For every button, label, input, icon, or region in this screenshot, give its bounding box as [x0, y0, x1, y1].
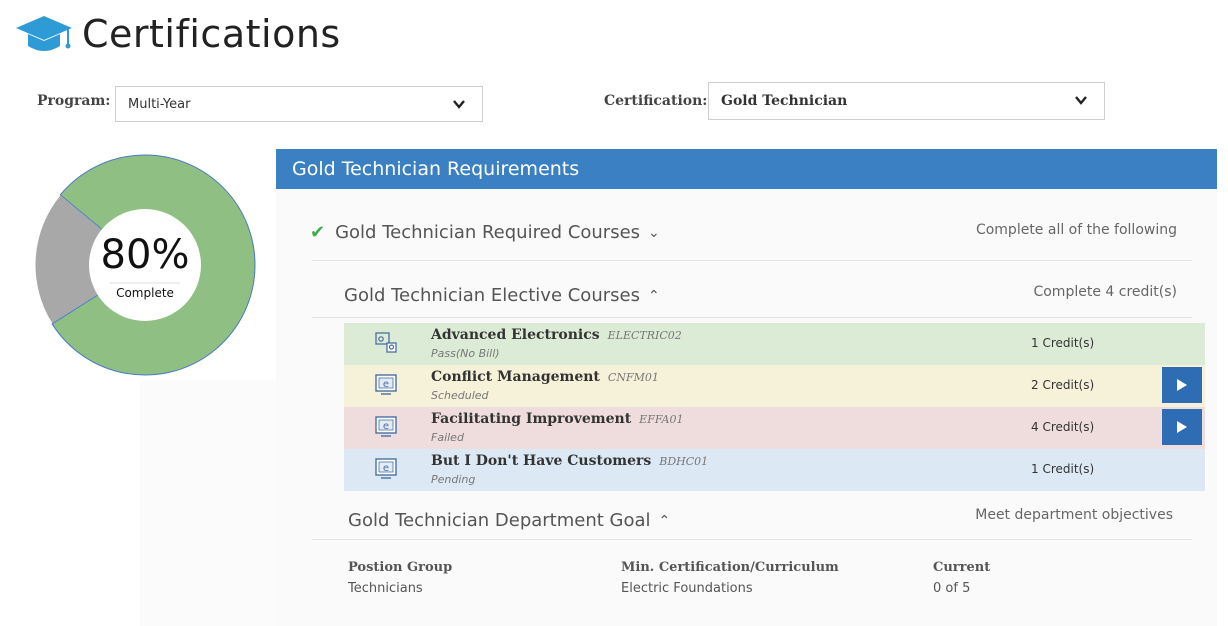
section-note: Complete 4 credit(s)	[1033, 284, 1177, 300]
course-status: Scheduled	[431, 389, 489, 402]
graduation-cap-icon	[16, 16, 72, 51]
divider	[312, 539, 1192, 540]
progress-label: Complete	[116, 286, 174, 300]
launch-course-button[interactable]	[1162, 409, 1202, 445]
left-column-background	[140, 380, 280, 626]
section-elective-courses[interactable]: Gold Technician Elective Courses ⌃	[344, 285, 660, 306]
elearning-icon: e	[375, 458, 397, 479]
checkmark-icon: ✔	[310, 222, 326, 243]
certification-label: Certification:	[604, 93, 708, 109]
course-credits: 2 Credit(s)	[1031, 378, 1095, 392]
divider	[312, 260, 1192, 261]
course-status: Pass(No Bill)	[431, 347, 500, 360]
goal-header: Current	[933, 560, 991, 575]
course-name[interactable]: Facilitating Improvement EFFA01	[431, 411, 683, 427]
classroom-icon	[375, 332, 397, 353]
course-row[interactable]: Advanced Electronics ELECTRIC02 Pass(No B…	[344, 323, 1205, 365]
divider	[312, 317, 1192, 318]
certification-select-value: Gold Technician	[721, 93, 848, 109]
goal-column-current: Current 0 of 5	[933, 560, 990, 596]
elearning-icon: e	[375, 416, 397, 437]
course-status: Pending	[431, 473, 476, 486]
requirements-header: Gold Technician Requirements	[276, 149, 1217, 189]
goal-value: Technicians	[348, 581, 423, 596]
goal-header: Min. Certification/Curriculum	[621, 560, 839, 575]
elearning-icon: e	[375, 374, 397, 395]
course-credits: 1 Credit(s)	[1031, 462, 1095, 476]
chevron-down-icon	[453, 100, 465, 109]
goal-column-position-group: Postion Group Technicians	[348, 560, 452, 596]
progress-percent: 80%	[100, 232, 190, 278]
goal-header: Postion Group	[348, 560, 453, 575]
goal-column-min-certification: Min. Certification/Curriculum Electric F…	[621, 560, 839, 596]
course-name[interactable]: Advanced Electronics ELECTRIC02	[431, 327, 682, 343]
course-code: BDHC01	[659, 455, 709, 468]
section-title: Gold Technician Elective Courses	[344, 285, 640, 306]
svg-text:e: e	[383, 463, 389, 474]
program-select[interactable]: Multi-Year	[115, 86, 483, 122]
section-title: Gold Technician Department Goal	[348, 510, 651, 531]
play-icon	[1177, 379, 1187, 391]
program-label: Program:	[37, 93, 111, 109]
chevron-up-icon: ⌃	[658, 512, 671, 529]
course-code: EFFA01	[639, 413, 684, 426]
chevron-down-icon	[1075, 96, 1087, 105]
chevron-up-icon: ⌃	[647, 287, 660, 304]
course-credits: 1 Credit(s)	[1031, 336, 1095, 350]
goal-value: Electric Foundations	[621, 581, 753, 596]
course-row[interactable]: e But I Don't Have Customers BDHC01 Pendi…	[344, 449, 1205, 491]
svg-text:e: e	[383, 379, 389, 390]
program-select-value: Multi-Year	[128, 96, 191, 112]
page-title: Certifications	[82, 12, 341, 56]
course-code: CNFM01	[607, 371, 659, 384]
section-department-goal[interactable]: Gold Technician Department Goal ⌃	[348, 510, 670, 531]
course-status: Failed	[431, 431, 464, 444]
play-icon	[1177, 421, 1187, 433]
section-note: Meet department objectives	[975, 507, 1173, 523]
svg-text:e: e	[383, 421, 389, 432]
goal-value: 0 of 5	[933, 581, 971, 596]
launch-course-button[interactable]	[1162, 367, 1202, 403]
certification-select[interactable]: Gold Technician	[708, 82, 1105, 120]
course-row[interactable]: e Conflict Management CNFM01 Scheduled 2 …	[344, 365, 1205, 407]
section-note: Complete all of the following	[975, 222, 1177, 238]
course-row[interactable]: e Facilitating Improvement EFFA01 Failed …	[344, 407, 1205, 449]
course-credits: 4 Credit(s)	[1031, 420, 1095, 434]
course-code: ELECTRIC02	[607, 329, 682, 342]
section-required-courses[interactable]: ✔ Gold Technician Required Courses ⌄	[310, 222, 660, 243]
course-name[interactable]: But I Don't Have Customers BDHC01	[431, 453, 708, 469]
page-header: Certifications	[14, 10, 341, 58]
course-name[interactable]: Conflict Management CNFM01	[431, 369, 659, 385]
requirements-panel: Gold Technician Requirements ✔ Gold Tech…	[276, 149, 1217, 626]
chevron-down-icon: ⌄	[648, 224, 660, 241]
section-title: Gold Technician Required Courses	[335, 222, 641, 243]
